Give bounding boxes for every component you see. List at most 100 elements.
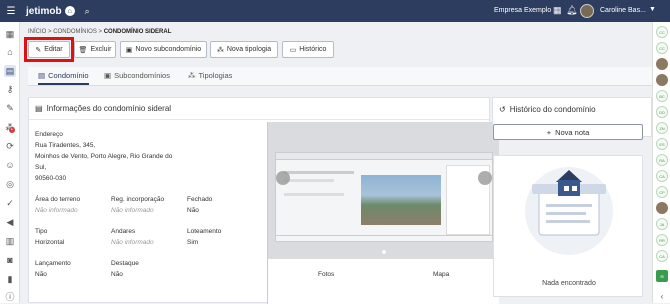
tab-label: Subcondomínios bbox=[114, 71, 170, 80]
breadcrumb-condos[interactable]: CONDOMÍNIOS bbox=[53, 29, 97, 35]
chart-icon[interactable]: ▮ bbox=[4, 273, 16, 285]
history-card-title: Histórico do condomínio bbox=[509, 104, 596, 114]
address-line: Rua Tiradentes, 345, bbox=[35, 142, 96, 149]
building-icon: ▣ bbox=[104, 71, 112, 80]
typology-icon: ⁂ bbox=[216, 46, 224, 54]
contact-avatar[interactable]: CA bbox=[656, 170, 668, 182]
new-subcondo-button[interactable]: ▣ Novo subcondomínio bbox=[120, 41, 207, 58]
field-value: Não informado bbox=[111, 239, 154, 246]
map-tab[interactable]: Mapa bbox=[433, 271, 449, 278]
building-icon[interactable]: ▤ bbox=[4, 65, 16, 77]
tab-tipologias[interactable]: ⁂ Tipologias bbox=[188, 71, 232, 80]
tab-bar: ▤ Condomínio ▣ Subcondomínios ⁂ Tipologi… bbox=[28, 67, 652, 86]
archive-icon: ▭ bbox=[289, 46, 297, 54]
network-icon[interactable]: ⁂• bbox=[4, 121, 16, 133]
info-card-title: Informações do condomínio sideral bbox=[46, 104, 172, 113]
field-label: Reg. incorporação bbox=[111, 196, 165, 203]
sea-photo bbox=[361, 175, 441, 225]
contact-avatar[interactable]: ES bbox=[656, 138, 668, 150]
building-icon: ▣ bbox=[125, 46, 133, 54]
dashboard-icon[interactable]: ▦ bbox=[4, 28, 16, 40]
address-line: Sul, bbox=[35, 164, 47, 171]
contact-avatar[interactable]: CC bbox=[656, 26, 668, 38]
history-icon: ↺ bbox=[499, 104, 506, 114]
contact-avatar[interactable]: ZN bbox=[656, 122, 668, 134]
field-value: Horizontal bbox=[35, 239, 65, 246]
delete-button[interactable]: 🗑︎ Excluir bbox=[74, 41, 116, 58]
field-label: Tipo bbox=[35, 228, 48, 235]
photo-carousel[interactable] bbox=[267, 122, 499, 258]
contact-avatar[interactable]: RR bbox=[656, 234, 668, 246]
breadcrumb: INÍCIO > CONDOMÍNIOS > CONDOMÍNIO SIDERA… bbox=[28, 29, 172, 35]
contacts-rail: CC CC BC DD ZN ES RA CA CP JA RR CA ✉ ‹ bbox=[652, 22, 670, 303]
tab-subcondominios[interactable]: ▣ Subcondomínios bbox=[104, 71, 170, 80]
field-label: Destaque bbox=[111, 260, 139, 267]
typology-icon: ⁂ bbox=[188, 71, 196, 80]
notification-badge: • bbox=[9, 127, 15, 133]
carousel-next-button[interactable] bbox=[478, 171, 492, 185]
people-icon[interactable]: ☺ bbox=[4, 159, 16, 171]
contact-avatar[interactable]: JA bbox=[656, 218, 668, 230]
new-note-label: Nova nota bbox=[555, 127, 590, 137]
megaphone-icon[interactable]: ◀ bbox=[4, 216, 16, 228]
field-label: Loteamento bbox=[187, 228, 222, 235]
user-name[interactable]: Caroline Bas... bbox=[600, 7, 646, 14]
logo-text: jetimob bbox=[26, 5, 62, 17]
history-button-label: Histórico bbox=[299, 46, 327, 53]
contact-avatar[interactable] bbox=[656, 202, 668, 214]
tab-condominio[interactable]: ▤ Condomínio bbox=[38, 71, 89, 85]
document-icon: ▤ bbox=[38, 71, 46, 80]
tab-label: Condomínio bbox=[48, 71, 89, 80]
search-icon[interactable]: ⌕ bbox=[85, 6, 90, 17]
image-divider bbox=[276, 235, 492, 236]
logo[interactable]: jetimob ⌂ bbox=[26, 6, 75, 17]
contact-avatar[interactable]: DD bbox=[656, 106, 668, 118]
share-icon[interactable]: ⟳ bbox=[4, 140, 16, 152]
apps-grid-icon[interactable]: ▦ bbox=[553, 5, 562, 16]
check-icon[interactable]: ✓ bbox=[4, 197, 16, 209]
info-card: ▤ Informações do condomínio sideral Ende… bbox=[28, 97, 499, 304]
camera-icon[interactable]: ◙ bbox=[4, 254, 16, 266]
tab-label: Tipologias bbox=[198, 71, 233, 80]
field-label: Fechado bbox=[187, 196, 213, 203]
new-typology-button[interactable]: ⁂ Nova tipologia bbox=[210, 41, 278, 58]
field-value: Não informado bbox=[35, 207, 78, 214]
photo-tabs: Fotos Mapa bbox=[267, 258, 499, 304]
carousel-dot[interactable] bbox=[382, 250, 386, 254]
trash-icon: 🗑︎ bbox=[78, 46, 88, 54]
contact-avatar[interactable]: RA bbox=[656, 154, 668, 166]
logo-home-icon: ⌂ bbox=[64, 6, 75, 16]
book-icon[interactable]: ▥ bbox=[4, 235, 16, 247]
breadcrumb-current: CONDOMÍNIO SIDERAL bbox=[103, 29, 172, 35]
chat-icon[interactable]: ✉ bbox=[656, 270, 668, 282]
avatar[interactable] bbox=[580, 4, 594, 18]
chevron-down-icon[interactable]: ▼ bbox=[649, 6, 656, 13]
carousel-prev-button[interactable] bbox=[276, 171, 290, 185]
image-toolbar bbox=[276, 153, 492, 160]
contact-avatar[interactable] bbox=[656, 58, 668, 70]
contact-avatar[interactable]: CC bbox=[656, 42, 668, 54]
delete-button-label: Excluir bbox=[90, 46, 112, 53]
info-icon[interactable]: ⓘ bbox=[4, 290, 16, 302]
key-icon[interactable]: ⚷ bbox=[4, 83, 16, 95]
contact-avatar[interactable]: BC bbox=[656, 90, 668, 102]
new-note-button[interactable]: + Nova nota bbox=[493, 124, 643, 140]
contact-avatar[interactable]: CA bbox=[656, 250, 668, 262]
field-label: Área do terreno bbox=[35, 196, 81, 203]
photos-tab[interactable]: Fotos bbox=[318, 271, 334, 278]
home-icon[interactable]: ⌂ bbox=[4, 46, 16, 58]
contact-avatar[interactable] bbox=[656, 74, 668, 86]
tools-icon[interactable]: ✎ bbox=[4, 102, 16, 114]
empty-illustration bbox=[525, 167, 613, 255]
contact-avatar[interactable]: CP bbox=[656, 186, 668, 198]
breadcrumb-home[interactable]: INÍCIO bbox=[28, 29, 46, 35]
address-label: Endereço bbox=[35, 131, 63, 138]
list-icon: ▤ bbox=[35, 104, 43, 113]
target-icon[interactable]: ◎ bbox=[4, 178, 16, 190]
bell-icon[interactable]: 🔔︎ bbox=[566, 5, 577, 16]
history-button[interactable]: ▭ Histórico bbox=[282, 41, 334, 58]
menu-icon[interactable]: ☰ bbox=[0, 6, 22, 17]
field-label: Andares bbox=[111, 228, 136, 235]
collapse-icon[interactable]: ‹ bbox=[656, 290, 668, 302]
company-name[interactable]: Empresa Exemplo bbox=[494, 7, 551, 14]
